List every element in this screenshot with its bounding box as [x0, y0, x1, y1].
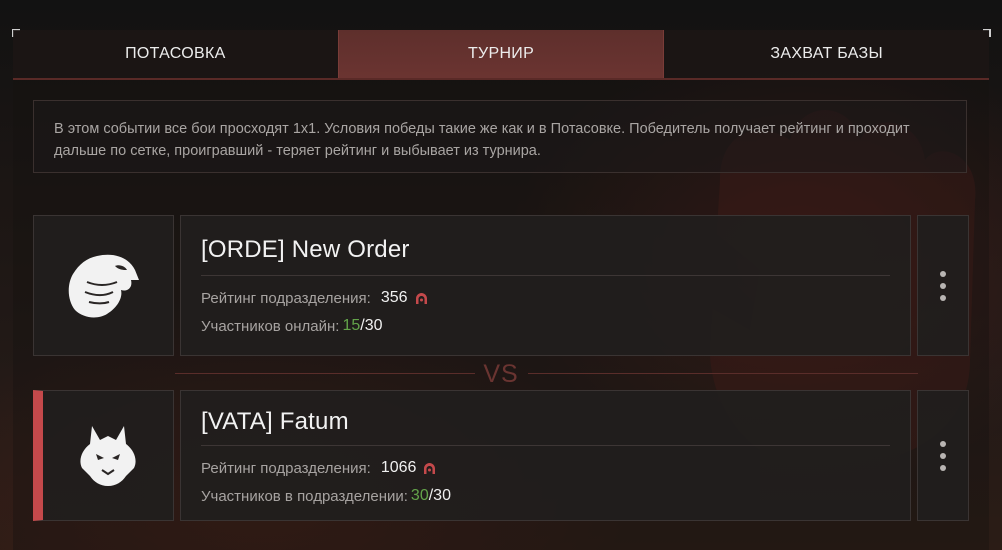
members-row: Участников онлайн: 15/30 [201, 317, 383, 335]
vs-divider-left [175, 373, 475, 374]
tab-brawl[interactable]: ПОТАСОВКА [13, 30, 338, 78]
vs-divider-right [528, 373, 918, 374]
rating-label: Рейтинг подразделения: [201, 289, 371, 307]
mode-tabs: ПОТАСОВКА ТУРНИР ЗАХВАТ БАЗЫ [13, 30, 990, 80]
team-card-2: [VATA] Fatum Рейтинг подразделения: 1066… [33, 390, 969, 521]
divider [201, 275, 890, 276]
tab-base-capture[interactable]: ЗАХВАТ БАЗЫ [664, 30, 990, 78]
members-label: Участников в подразделении: [201, 487, 408, 505]
team-info: [VATA] Fatum Рейтинг подразделения: 1066… [180, 390, 911, 521]
event-description: В этом событии все бои просходят 1х1. Ус… [33, 100, 967, 173]
divider [201, 445, 890, 446]
rating-icon [415, 292, 427, 304]
members-label: Участников онлайн: [201, 317, 340, 335]
team-name: [ORDE] New Order [201, 236, 410, 263]
team-emblem-box [33, 390, 174, 521]
members-count: 30 [410, 487, 429, 504]
rating-row: Рейтинг подразделения: 1066 [201, 459, 436, 477]
more-options-icon [940, 270, 946, 301]
members-total: 30 [364, 317, 383, 334]
team-name: [VATA] Fatum [201, 408, 349, 435]
rating-value: 1066 [380, 459, 417, 476]
rating-value: 356 [380, 289, 408, 306]
more-options-icon [940, 440, 946, 471]
team-info: [ORDE] New Order Рейтинг подразделения: … [180, 215, 911, 356]
team-menu-button[interactable] [917, 390, 969, 521]
wolf-icon [80, 425, 136, 486]
members-online-count: 15 [342, 317, 361, 334]
vs-label: VS [483, 360, 519, 388]
tab-tournament[interactable]: ТУРНИР [337, 30, 665, 78]
eagle-icon [68, 254, 139, 317]
team-card-1: [ORDE] New Order Рейтинг подразделения: … [33, 215, 969, 356]
team-emblem-box [33, 215, 174, 356]
rating-icon [424, 462, 436, 474]
rating-label: Рейтинг подразделения: [201, 459, 371, 477]
rating-row: Рейтинг подразделения: 356 [201, 289, 428, 307]
members-row: Участников в подразделении: 30/30 [201, 487, 451, 505]
members-total: 30 [433, 487, 451, 504]
team-menu-button[interactable] [917, 215, 969, 356]
